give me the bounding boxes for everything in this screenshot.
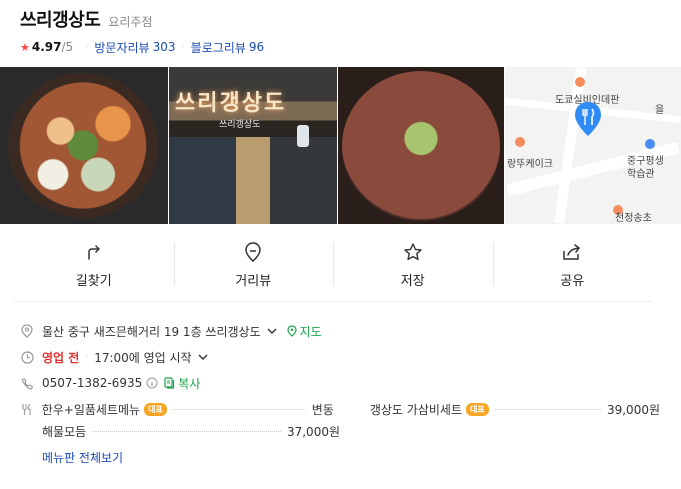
address-text: 울산 중구 새즈믄해거리 19 1층 쓰리갱상도 xyxy=(42,324,261,339)
seafood-dish-image xyxy=(8,73,158,218)
map-link[interactable]: 지도 xyxy=(287,323,322,340)
map-poi-marker xyxy=(645,139,655,149)
wall-lamp xyxy=(297,125,309,147)
signature-badge: 대표 xyxy=(144,402,167,416)
rating-score: 4.97 xyxy=(31,40,62,54)
hours-expand-chevron-down-icon[interactable] xyxy=(198,353,208,361)
save-button[interactable]: 저장 xyxy=(333,230,493,301)
menu-dotted-leader xyxy=(92,430,281,432)
action-bar: 길찾기 거리뷰 저장 공유 xyxy=(14,230,652,302)
blog-review-link[interactable]: 블로그리뷰 xyxy=(191,39,246,56)
beef-plate-image xyxy=(342,71,500,221)
restaurant-pin-icon xyxy=(575,102,601,136)
rating-max: /5 xyxy=(61,40,74,54)
location-map-thumbnail[interactable]: 도쿄실비인데판 랑뚜케이크 중구평생 학습관 을 천정송초 xyxy=(505,67,681,224)
menu-dotted-leader xyxy=(494,408,601,410)
opening-time: 17:00에 영업 시작 xyxy=(94,350,192,365)
photo-seafood-platter[interactable] xyxy=(0,67,168,224)
menu-row: 해물모듬 37,000원 xyxy=(20,420,660,442)
menu-item-price: 39,000원 xyxy=(606,402,660,417)
visitor-review-count[interactable]: 303 xyxy=(153,40,176,54)
menu-item[interactable]: 해물모듬 37,000원 xyxy=(42,423,340,440)
photo-beef-tataki[interactable] xyxy=(338,67,504,224)
photo-strip: 쓰리갱상도 쓰리갱상도 도쿄실비인데판 랑뚜케이크 중구평생 학습관 을 천정송초 xyxy=(0,67,681,224)
menu-item[interactable]: 갱상도 가삼비세트 대표 39,000원 xyxy=(370,401,660,418)
address-expand-chevron-down-icon[interactable] xyxy=(267,327,277,335)
star-icon xyxy=(403,242,423,262)
menu-item-name: 갱상도 가삼비세트 xyxy=(369,402,462,417)
share-icon xyxy=(562,242,582,262)
separator-dot: · xyxy=(181,41,185,53)
directions-label: 길찾기 xyxy=(75,274,112,289)
hours-row: 영업 전 · 17:00에 영업 시작 xyxy=(20,344,660,370)
map-pin-icon xyxy=(287,325,297,337)
storefront-window xyxy=(169,137,337,224)
storefront-subsign: 쓰리갱상도 xyxy=(219,120,261,130)
menu-item-price: 변동 xyxy=(311,402,334,417)
copy-label: 복사 xyxy=(178,376,201,391)
copy-icon xyxy=(164,377,175,389)
map-label-line: 학습관 xyxy=(627,169,655,180)
map-label: 천정송초 xyxy=(615,213,652,224)
storefront-sign: 쓰리갱상도 xyxy=(175,91,287,116)
menu-item-name: 한우+일품세트메뉴 xyxy=(41,402,141,417)
directions-icon xyxy=(84,242,104,262)
save-label: 저장 xyxy=(400,274,425,289)
visitor-review-link[interactable]: 방문자리뷰 xyxy=(94,39,149,56)
clock-icon xyxy=(20,350,34,364)
info-icon[interactable] xyxy=(146,377,158,389)
blog-review-count[interactable]: 96 xyxy=(249,40,264,54)
copy-button[interactable]: 복사 xyxy=(164,375,200,392)
map-link-label: 지도 xyxy=(299,324,322,339)
menu-row-spacer xyxy=(20,424,34,438)
location-icon xyxy=(20,324,34,338)
phone-icon xyxy=(20,376,34,390)
map-label: 랑뚜케이크 xyxy=(507,159,553,170)
menu-item-name: 해물모듬 xyxy=(42,424,87,439)
address-row: 울산 중구 새즈믄해거리 19 1층 쓰리갱상도 지도 xyxy=(20,318,660,344)
place-header: 쓰리갱상도 요리주점 ★ 4.97 /5 · 방문자리뷰 303 · 블로그리뷰… xyxy=(20,6,661,62)
place-info: 울산 중구 새즈믄해거리 19 1층 쓰리갱상도 지도 영업 전 · 17:00… xyxy=(20,318,660,396)
menu-item-price: 37,000원 xyxy=(286,424,340,439)
signature-badge: 대표 xyxy=(465,402,489,416)
menu-item[interactable]: 한우+일품세트메뉴 대표 변동 xyxy=(42,401,334,418)
share-button[interactable]: 공유 xyxy=(492,230,653,301)
directions-button[interactable]: 길찾기 xyxy=(14,230,174,301)
place-name[interactable]: 쓰리갱상도 xyxy=(20,6,101,32)
photo-storefront[interactable]: 쓰리갱상도 쓰리갱상도 xyxy=(169,67,337,224)
menu-preview: 한우+일품세트메뉴 대표 변동 갱상도 가삼비세트 대표 39,000원 해물모… xyxy=(20,398,660,442)
rating-row: ★ 4.97 /5 · 방문자리뷰 303 · 블로그리뷰 96 xyxy=(20,36,661,58)
street-view-label: 거리뷰 xyxy=(235,274,272,289)
phone-row: 0507-1382-6935 복사 xyxy=(20,370,660,396)
rating-star-icon: ★ xyxy=(20,40,30,54)
share-label: 공유 xyxy=(560,274,585,289)
map-poi-marker xyxy=(575,77,585,87)
phone-number[interactable]: 0507-1382-6935 xyxy=(42,376,142,390)
map-label-line: 중구평생 xyxy=(627,156,664,167)
separator-dot: · xyxy=(85,41,89,53)
separator-dot: · xyxy=(85,352,89,362)
map-label: 중구평생학습관 xyxy=(627,155,664,181)
street-view-icon xyxy=(243,242,263,262)
map-label: 을 xyxy=(655,105,665,116)
menu-row: 한우+일품세트메뉴 대표 변동 갱상도 가삼비세트 대표 39,000원 xyxy=(20,398,660,420)
place-category: 요리주점 xyxy=(108,15,153,29)
business-status: 영업 전 xyxy=(42,350,80,365)
street-view-button[interactable]: 거리뷰 xyxy=(173,230,334,301)
view-full-menu-link[interactable]: 메뉴판 전체보기 xyxy=(42,449,123,466)
menu-dotted-leader xyxy=(172,408,306,410)
map-poi-marker xyxy=(515,137,525,147)
utensils-icon xyxy=(20,402,34,416)
